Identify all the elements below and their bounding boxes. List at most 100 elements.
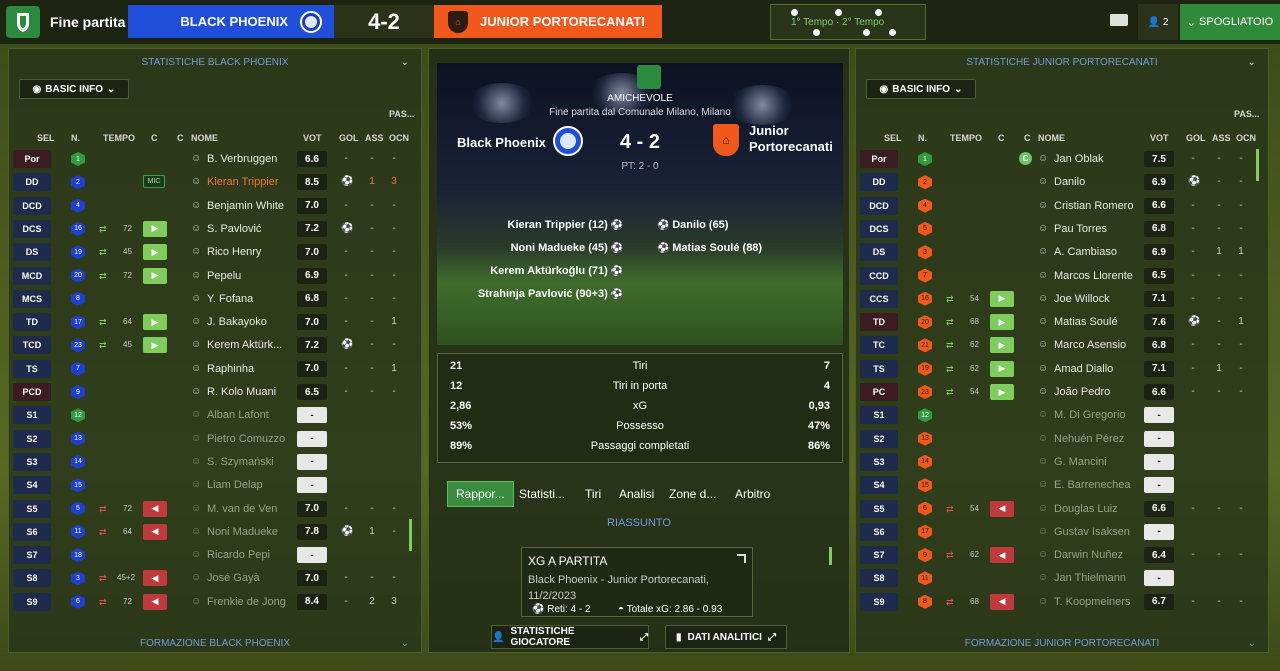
player-stats-button[interactable]: 👤 STATISTICHE GIOCATORE ⤢ xyxy=(491,625,649,649)
player-name[interactable]: Pietro Comuzzo xyxy=(207,433,285,445)
player-name[interactable]: Nehuén Pérez xyxy=(1054,433,1124,445)
col-header-c1[interactable]: C xyxy=(998,133,1005,143)
position-badge[interactable]: S6 xyxy=(860,522,898,541)
table-row[interactable]: DCD 4 ☺ Cristian Romero 6.6 - - - xyxy=(856,195,1268,218)
position-badge[interactable]: S2 xyxy=(860,429,898,448)
player-name[interactable]: Marcos Llorente xyxy=(1054,270,1133,282)
away-team-name[interactable]: Junior Portorecanati xyxy=(749,123,833,155)
competition-logo-icon[interactable] xyxy=(6,6,40,38)
player-name[interactable]: T. Koopmeiners xyxy=(1054,596,1130,608)
panel-footer[interactable]: FORMAZIONE BLACK PHOENIX ⌄ xyxy=(9,634,421,652)
panel-footer[interactable]: FORMAZIONE JUNIOR PORTORECANATI ⌄ xyxy=(856,634,1268,652)
player-name[interactable]: E. Barrenechea xyxy=(1054,479,1130,491)
col-header-pas[interactable]: PAS... xyxy=(389,109,414,119)
player-name[interactable]: Kieran Trippier xyxy=(207,176,279,188)
expand-icon[interactable] xyxy=(737,554,746,563)
col-header-ocn[interactable]: OCN xyxy=(389,133,409,143)
col-header-c2[interactable]: C xyxy=(1024,133,1031,143)
sub-out-button[interactable]: ◀ xyxy=(990,547,1014,564)
xg-card[interactable]: XG A PARTITA Black Phoenix - Junior Port… xyxy=(521,547,753,617)
col-header-tempo[interactable]: TEMPO xyxy=(950,133,982,143)
player-name[interactable]: Jan Oblak xyxy=(1054,153,1104,165)
table-row[interactable]: S9 8 ⇄ 68 ◀ ☺ T. Koopmeiners 6.7 - - - xyxy=(856,591,1268,614)
position-badge[interactable]: MCD xyxy=(13,266,51,285)
player-name[interactable]: B. Verbruggen xyxy=(207,153,277,165)
table-row[interactable]: TCD 23 ⇄ 45 ▶ ☺ Kerem Aktürk... 7.2 ⚽ - - xyxy=(9,334,421,357)
table-row[interactable]: S1 12 ☺ M. Di Gregorio - xyxy=(856,404,1268,427)
col-header-ass[interactable]: ASS xyxy=(1212,133,1231,143)
position-badge[interactable]: DCS xyxy=(13,219,51,238)
position-badge[interactable]: S8 xyxy=(860,569,898,588)
table-row[interactable]: PC 23 ⇄ 54 ▶ ☺ João Pedro 6.6 - - - xyxy=(856,381,1268,404)
position-badge[interactable]: DD xyxy=(860,173,898,192)
player-name[interactable]: Noni Madueke xyxy=(207,526,278,538)
table-row[interactable]: DCD 4 ☺ Benjamin White 7.0 - - - xyxy=(9,195,421,218)
col-header-c2[interactable]: C xyxy=(177,133,184,143)
tab-statistiche[interactable]: Statisti... xyxy=(511,481,573,507)
position-badge[interactable]: S1 xyxy=(13,406,51,425)
sub-out-button[interactable]: ◀ xyxy=(143,523,167,540)
table-row[interactable]: S6 11 ⇄ 64 ◀ ☺ Noni Madueke 7.8 ⚽ 1 - xyxy=(9,521,421,544)
sub-in-button[interactable]: ▶ xyxy=(990,337,1014,354)
sub-out-button[interactable]: ◀ xyxy=(143,593,167,610)
position-badge[interactable]: CCS xyxy=(860,289,898,308)
position-badge[interactable]: DCS xyxy=(860,219,898,238)
tab-analisi[interactable]: Analisi xyxy=(611,481,662,507)
position-badge[interactable]: TCD xyxy=(13,336,51,355)
position-badge[interactable]: S5 xyxy=(13,499,51,518)
table-row[interactable]: DCS 16 ⇄ 72 ▶ ☺ S. Pavlović 7.2 ⚽ - - xyxy=(9,218,421,241)
tab-arbitro[interactable]: Arbitro xyxy=(727,481,778,507)
position-badge[interactable]: DD xyxy=(13,173,51,192)
player-name[interactable]: A. Cambiaso xyxy=(1054,246,1117,258)
panel-header[interactable]: STATISTICHE JUNIOR PORTORECANATI xyxy=(856,57,1268,68)
col-header-name[interactable]: NOME xyxy=(1038,133,1065,143)
player-name[interactable]: S. Szymański xyxy=(207,456,274,468)
chevron-down-icon[interactable]: ⌄ xyxy=(1248,57,1256,68)
player-name[interactable]: Ricardo Pepi xyxy=(207,549,270,561)
tab-tiri[interactable]: Tiri xyxy=(577,481,609,507)
position-badge[interactable]: S4 xyxy=(860,476,898,495)
position-badge[interactable]: DCD xyxy=(13,196,51,215)
table-row[interactable]: Por 1 ☺ B. Verbruggen 6.6 - - - xyxy=(9,148,421,171)
table-row[interactable]: TS 19 ⇄ 62 ▶ ☺ Amad Diallo 7.1 - 1 - xyxy=(856,358,1268,381)
table-row[interactable]: S5 6 ⇄ 54 ◀ ☺ Douglas Luiz 6.6 - - - xyxy=(856,498,1268,521)
position-badge[interactable]: DS xyxy=(860,243,898,262)
table-row[interactable]: TC 21 ⇄ 62 ▶ ☺ Marco Asensio 6.8 - - - xyxy=(856,334,1268,357)
col-header-c1[interactable]: C xyxy=(151,133,158,143)
table-row[interactable]: S7 18 ☺ Ricardo Pepi - xyxy=(9,544,421,567)
player-name[interactable]: Raphinha xyxy=(207,363,254,375)
player-name[interactable]: Y. Fofana xyxy=(207,293,253,305)
player-name[interactable]: Danilo xyxy=(1054,176,1085,188)
col-header-vote[interactable]: VOT xyxy=(303,133,322,143)
player-name[interactable]: Marco Asensio xyxy=(1054,339,1126,351)
view-selector[interactable]: ◉ BASIC INFO ⌄ xyxy=(19,79,129,99)
position-badge[interactable]: TS xyxy=(860,359,898,378)
users-button[interactable]: 👤 2 xyxy=(1138,4,1178,40)
table-row[interactable]: TD 17 ⇄ 64 ▶ ☺ J. Bakayoko 7.0 - - 1 xyxy=(9,311,421,334)
sub-in-button[interactable]: ▶ xyxy=(990,290,1014,307)
player-name[interactable]: João Pedro xyxy=(1054,386,1110,398)
table-row[interactable]: CCD 7 ☺ Marcos Llorente 6.5 - - - xyxy=(856,265,1268,288)
player-name[interactable]: G. Mancini xyxy=(1054,456,1107,468)
position-badge[interactable]: S7 xyxy=(13,546,51,565)
sub-in-button[interactable]: ▶ xyxy=(143,267,167,284)
position-badge[interactable]: S2 xyxy=(13,429,51,448)
table-row[interactable]: CCS 16 ⇄ 54 ▶ ☺ Joe Willock 7.1 - - - xyxy=(856,288,1268,311)
table-row[interactable]: S2 13 ☺ Pietro Comuzzo - xyxy=(9,428,421,451)
col-header-num[interactable]: N. xyxy=(71,133,80,143)
position-badge[interactable]: MCS xyxy=(13,289,51,308)
player-name[interactable]: Cristian Romero xyxy=(1054,200,1133,212)
player-name[interactable]: Liam Delap xyxy=(207,479,263,491)
view-selector[interactable]: ◉ BASIC INFO ⌄ xyxy=(866,79,976,99)
sub-in-button[interactable]: ▶ xyxy=(143,244,167,261)
table-row[interactable]: S4 15 ☺ E. Barrenechea - xyxy=(856,474,1268,497)
position-badge[interactable]: CCD xyxy=(860,266,898,285)
table-row[interactable]: S3 14 ☺ S. Szymański - xyxy=(9,451,421,474)
player-name[interactable]: Amad Diallo xyxy=(1054,363,1113,375)
table-row[interactable]: DS 3 ☺ A. Cambiaso 6.9 - 1 1 xyxy=(856,241,1268,264)
table-row[interactable]: TD 20 ⇄ 68 ▶ ☺ Matias Soulé 7.6 ⚽ - 1 xyxy=(856,311,1268,334)
player-name[interactable]: José Gayà xyxy=(207,572,260,584)
player-name[interactable]: M. van de Ven xyxy=(207,503,277,515)
position-badge[interactable]: TC xyxy=(860,336,898,355)
sub-in-button[interactable]: ▶ xyxy=(143,314,167,331)
